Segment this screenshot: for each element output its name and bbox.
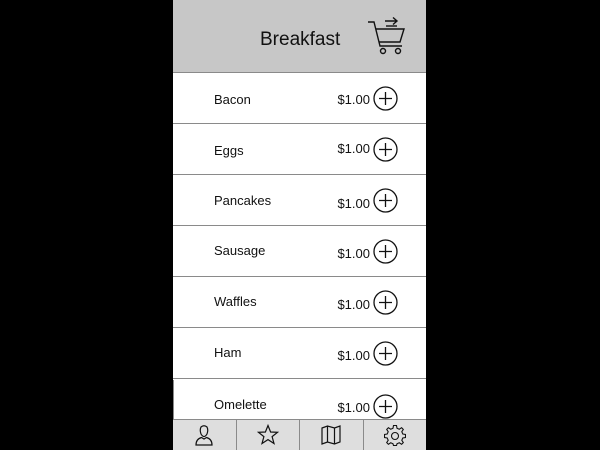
item-name: Sausage [214,243,266,258]
menu-list: Bacon $1.00 Eggs $1.00 Pancakes $1.00 Sa… [173,73,426,421]
bottom-tab-bar [173,419,426,450]
tab-profile[interactable] [173,420,237,450]
gear-icon [383,424,406,446]
list-item: Pancakes $1.00 [173,175,426,226]
tab-favorites[interactable] [237,420,300,450]
phone-screen: Breakfast Bacon $1.00 Eggs $1.00 Pancake… [173,0,426,450]
star-icon [256,424,279,445]
user-icon [195,425,213,446]
header-bar: Breakfast [173,0,426,73]
plus-circle-icon[interactable] [373,137,398,162]
item-name: Bacon [214,92,251,107]
plus-circle-icon[interactable] [373,341,398,366]
plus-circle-icon[interactable] [373,239,398,264]
map-icon [321,425,341,445]
list-item: Ham $1.00 [173,328,426,379]
tab-map[interactable] [300,420,364,450]
list-item: Waffles $1.00 [173,277,426,328]
list-item: Eggs $1.00 [173,124,426,175]
plus-circle-icon[interactable] [373,394,398,419]
plus-circle-icon[interactable] [373,290,398,315]
tab-settings[interactable] [364,420,427,450]
page-title: Breakfast [260,29,341,50]
item-price: $1.00 [337,348,370,363]
item-name: Pancakes [214,193,272,208]
item-price: $1.00 [337,196,370,211]
row-edge-divider [173,380,174,420]
item-price: $1.00 [337,246,370,261]
item-name: Eggs [214,143,244,158]
plus-circle-icon[interactable] [373,86,398,111]
item-name: Omelette [214,397,267,412]
item-price: $1.00 [337,92,370,107]
list-item: Sausage $1.00 [173,226,426,277]
plus-circle-icon[interactable] [373,188,398,213]
item-price: $1.00 [337,400,370,415]
item-name: Ham [214,345,242,360]
cart-button[interactable] [367,16,407,57]
item-price: $1.00 [337,141,370,156]
list-item: Bacon $1.00 [173,73,426,124]
item-name: Waffles [214,294,257,309]
list-item: Omelette $1.00 [173,379,426,421]
item-price: $1.00 [337,297,370,312]
shopping-cart-arrow-icon [368,16,405,55]
